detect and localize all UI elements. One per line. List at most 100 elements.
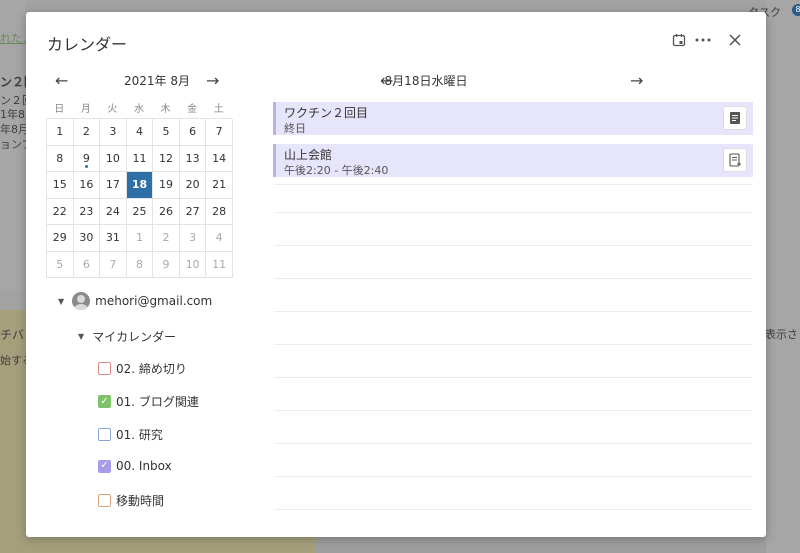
day-cell[interactable]: 6 xyxy=(179,119,207,146)
background-bottom-note xyxy=(26,537,316,553)
weekday-label: 日 xyxy=(54,104,65,115)
close-icon[interactable] xyxy=(725,30,745,50)
day-cell[interactable]: 23 xyxy=(73,198,101,225)
calendar-item-label: 移動時間 xyxy=(116,494,165,508)
event-time: 午後2:20 - 午後2:40 xyxy=(284,164,389,177)
day-cell[interactable]: 2 xyxy=(73,119,101,146)
day-cell[interactable]: 21 xyxy=(206,172,233,199)
calendar-item[interactable]: 01. 研究 xyxy=(98,426,163,443)
day-cell[interactable]: 7 xyxy=(100,251,127,278)
weekday-label: 水 xyxy=(133,104,144,115)
day-cell[interactable]: 22 xyxy=(47,198,74,225)
day-cell[interactable]: 14 xyxy=(206,145,233,172)
day-cell[interactable]: 31 xyxy=(100,225,127,252)
timeline-line xyxy=(274,184,753,185)
day-cell[interactable]: 28 xyxy=(206,198,233,225)
calendar-item[interactable]: 02. 締め切り xyxy=(98,360,187,377)
weekday-label: 月 xyxy=(80,104,91,115)
calendar-modal: カレンダー ← 2021年 8月 → 日 月 火 水 木 金 土 1234567… xyxy=(26,12,766,537)
weekday-label: 木 xyxy=(160,104,171,115)
account-row[interactable]: ▼ mehori@gmail.com xyxy=(58,292,212,310)
day-cell[interactable]: 17 xyxy=(100,172,127,199)
day-cell[interactable]: 1 xyxy=(126,225,154,252)
calendar-item[interactable]: ✓ 01. ブログ関連 xyxy=(98,393,199,410)
timeline-line xyxy=(274,245,753,246)
checkbox-unchecked[interactable] xyxy=(98,428,111,441)
calendar-today-icon[interactable] xyxy=(669,30,689,50)
day-cell[interactable]: 29 xyxy=(47,225,74,252)
collapse-triangle-icon[interactable]: ▼ xyxy=(58,297,64,306)
timeline-line xyxy=(274,344,753,345)
day-cell[interactable]: 3 xyxy=(179,225,207,252)
day-cell[interactable]: 11 xyxy=(206,251,233,278)
timeline-line xyxy=(274,377,753,378)
day-cell[interactable]: 9 xyxy=(73,145,101,172)
event-card[interactable]: ワクチン２回目 終日 xyxy=(273,102,753,135)
calendar-item-label: 02. 締め切り xyxy=(116,362,187,376)
calendar-item-label: 00. Inbox xyxy=(116,459,172,473)
background-badge: 8 xyxy=(792,4,800,16)
day-cell[interactable]: 10 xyxy=(179,251,207,278)
mini-prev-month-button[interactable]: ← xyxy=(55,71,68,90)
background-left-note xyxy=(0,310,26,553)
calendar-item-label: 01. ブログ関連 xyxy=(116,395,199,409)
day-cell[interactable]: 26 xyxy=(153,198,180,225)
collapse-triangle-icon[interactable]: ▼ xyxy=(78,332,84,341)
day-cell[interactable]: 27 xyxy=(179,198,207,225)
weekday-header: 日 月 火 水 木 金 土 xyxy=(46,100,232,115)
checkbox-unchecked[interactable] xyxy=(98,494,111,507)
event-dot xyxy=(84,165,88,168)
mini-next-month-button[interactable]: → xyxy=(206,71,219,90)
timeline-line xyxy=(274,476,753,477)
day-cell[interactable]: 16 xyxy=(73,172,101,199)
note-add-icon[interactable] xyxy=(723,148,747,172)
checkbox-checked[interactable]: ✓ xyxy=(98,395,111,408)
day-cell[interactable]: 10 xyxy=(100,145,127,172)
background-text: 年8月 xyxy=(0,123,29,136)
calendar-group-row[interactable]: ▼ マイカレンダー xyxy=(78,328,176,345)
checkbox-unchecked[interactable] xyxy=(98,362,111,375)
calendar-item-label: 01. 研究 xyxy=(116,428,163,442)
checkbox-checked[interactable]: ✓ xyxy=(98,459,111,473)
modal-title: カレンダー xyxy=(47,35,128,54)
day-cell[interactable]: 24 xyxy=(100,198,127,225)
selected-day-cell[interactable]: 18 xyxy=(126,172,154,199)
day-cell[interactable]: 4 xyxy=(126,119,154,146)
day-cell[interactable]: 30 xyxy=(73,225,101,252)
day-cell[interactable]: 5 xyxy=(153,119,180,146)
day-cell[interactable]: 25 xyxy=(126,198,154,225)
timeline-line xyxy=(274,410,753,411)
day-cell[interactable]: 19 xyxy=(153,172,180,199)
calendar-group-label: マイカレンダー xyxy=(92,330,177,344)
day-cell[interactable]: 9 xyxy=(153,251,180,278)
mini-calendar-title: 2021年 8月 xyxy=(124,74,190,88)
calendar-item[interactable]: 移動時間 xyxy=(98,492,164,509)
event-title: 山上会館 xyxy=(284,148,333,162)
day-cell[interactable]: 7 xyxy=(206,119,233,146)
day-next-button[interactable]: → xyxy=(630,71,643,90)
event-time: 終日 xyxy=(284,122,306,135)
event-title: ワクチン２回目 xyxy=(284,106,369,120)
weekday-label: 金 xyxy=(187,104,198,115)
day-cell[interactable]: 13 xyxy=(179,145,207,172)
day-cell[interactable]: 15 xyxy=(47,172,74,199)
weekday-label: 土 xyxy=(213,104,224,115)
more-horizontal-icon[interactable] xyxy=(693,30,713,50)
day-cell[interactable]: 2 xyxy=(153,225,180,252)
calendar-item[interactable]: ✓ 00. Inbox xyxy=(98,459,172,473)
day-cell[interactable]: 6 xyxy=(73,251,101,278)
account-email: mehori@gmail.com xyxy=(95,294,213,308)
day-cell[interactable]: 3 xyxy=(100,119,127,146)
timeline-line xyxy=(274,509,753,510)
event-card[interactable]: 山上会館 午後2:20 - 午後2:40 xyxy=(273,144,753,177)
day-cell[interactable]: 8 xyxy=(47,145,74,172)
timeline-line xyxy=(274,278,753,279)
day-cell[interactable]: 1 xyxy=(47,119,74,146)
day-cell[interactable]: 20 xyxy=(179,172,207,199)
day-cell[interactable]: 12 xyxy=(153,145,180,172)
day-cell[interactable]: 11 xyxy=(126,145,154,172)
note-icon[interactable] xyxy=(723,106,747,130)
day-cell[interactable]: 5 xyxy=(47,251,74,278)
day-cell[interactable]: 4 xyxy=(206,225,233,252)
day-cell[interactable]: 8 xyxy=(126,251,154,278)
